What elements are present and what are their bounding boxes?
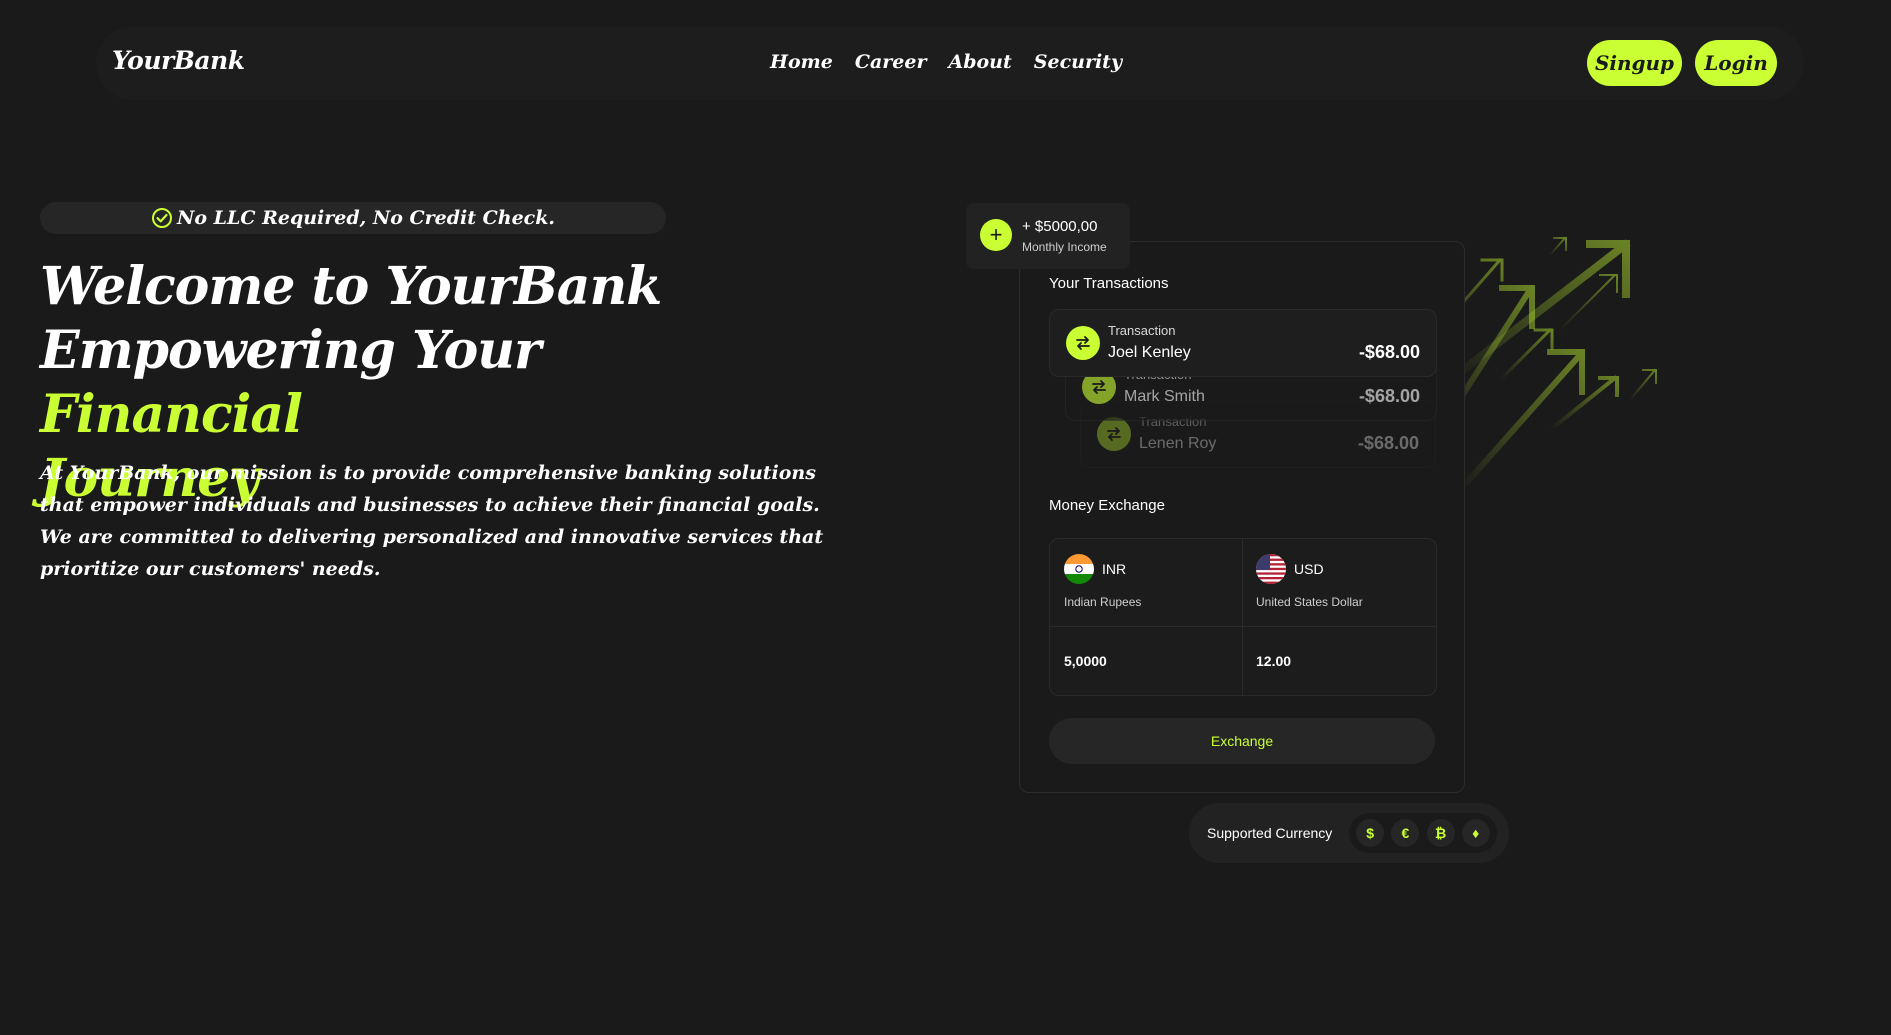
india-flag-icon [1064,554,1094,584]
us-flag-icon [1256,554,1286,584]
swap-icon [1097,417,1131,451]
transaction-amount: -$68.00 [1358,342,1420,362]
headline-line-2-prefix: Empowering Your [40,320,541,381]
login-button[interactable]: Login [1695,40,1777,86]
signup-button[interactable]: Singup [1587,40,1682,86]
to-amount-input[interactable]: 12.00 [1256,653,1291,669]
income-amount: + $5000,00 [1022,218,1098,235]
from-currency-code[interactable]: INR [1102,561,1126,577]
transactions-title: Your Transactions [1049,275,1169,292]
swap-icon [1066,326,1100,360]
transaction-amount: -$68.00 [1358,386,1420,406]
income-label: Monthly Income [1022,240,1107,254]
nav-link-about[interactable]: About [948,51,1011,73]
bitcoin-icon: ₿ [1426,819,1455,847]
headline-line-2: Empowering Your Financial [40,319,800,447]
transaction-type: Transaction [1108,323,1176,338]
currency-icons: $ € ₿ ♦ [1349,813,1497,853]
to-currency-code[interactable]: USD [1294,561,1324,577]
nav-link-career[interactable]: Career [855,51,927,73]
euro-icon: € [1391,819,1420,847]
top-navbar: YourBank Home Career About Security Sing… [96,26,1804,100]
hero-badge-text: No LLC Required, No Credit Check. [176,207,556,229]
hero-badge: No LLC Required, No Credit Check. [40,202,666,234]
transaction-name: Lenen Roy [1139,435,1217,452]
plus-icon: + [980,219,1012,251]
check-circle-icon [151,208,172,228]
from-currency-name: Indian Rupees [1064,595,1142,609]
transaction-amount: -$68.00 [1357,433,1419,453]
divider [1242,539,1243,695]
banking-widget-card: Your Transactions Transaction Lenen Roy … [1019,241,1465,793]
to-currency-name: United States Dollar [1256,595,1363,609]
hero-description: At YourBank, our mission is to provide c… [40,462,824,580]
supported-currency-bar: Supported Currency $ € ₿ ♦ [1189,803,1509,863]
monthly-income-card: + + $5000,00 Monthly Income [966,203,1130,269]
exchange-button[interactable]: Exchange [1049,718,1435,764]
transaction-name: Joel Kenley [1108,344,1191,361]
nav-menu: Home Career About Security [770,51,1122,73]
divider [1050,626,1436,627]
exchange-title: Money Exchange [1049,497,1165,514]
transaction-name: Mark Smith [1124,388,1205,405]
nav-link-home[interactable]: Home [770,51,833,73]
growth-arrows-icon [1440,236,1657,495]
exchange-panel: INR Indian Rupees 5,0000 USD United Stat… [1049,538,1437,696]
headline-line-1: Welcome to YourBank [40,256,662,317]
from-amount-input[interactable]: 5,0000 [1064,653,1107,669]
headline-accent-financial: Financial [40,384,303,445]
brand-logo[interactable]: YourBank [112,46,245,75]
nav-link-security[interactable]: Security [1034,51,1122,73]
transaction-item-1[interactable]: Transaction Joel Kenley -$68.00 [1049,309,1437,377]
dollar-icon: $ [1356,819,1385,847]
supported-currency-label: Supported Currency [1207,825,1333,841]
ethereum-icon: ♦ [1461,819,1490,847]
